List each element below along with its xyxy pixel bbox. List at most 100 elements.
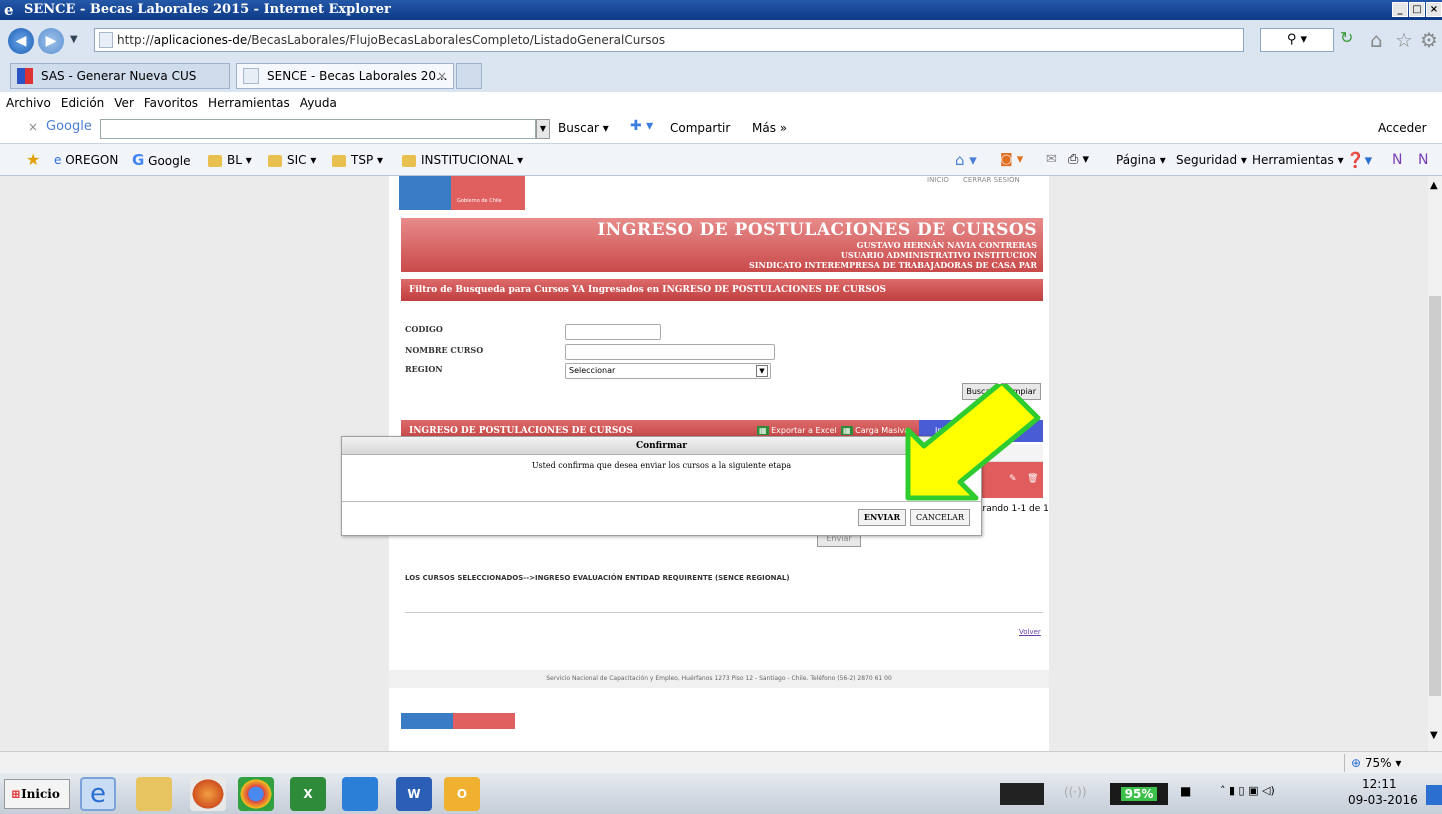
seguridad-menu[interactable]: Seguridad ▾ <box>1176 144 1247 176</box>
scroll-down-icon[interactable]: ▼ <box>1430 730 1438 741</box>
scroll-thumb[interactable] <box>1429 296 1441 696</box>
outlook-taskbar-icon[interactable] <box>342 777 378 811</box>
cerrar-sesion-link[interactable]: CERRAR SESIÓN <box>963 176 1020 184</box>
home-icon[interactable]: ⌂ ▾ <box>955 144 977 176</box>
start-button[interactable]: ⊞Inicio <box>4 779 70 809</box>
history-dropdown-icon[interactable]: ▼ <box>70 34 78 45</box>
fav-bl[interactable]: BL ▾ <box>208 144 252 176</box>
status-bar: ⊕ 75% ▾ <box>0 751 1442 773</box>
enviar-button[interactable]: ENVIAR <box>858 509 906 526</box>
media-player-icon[interactable] <box>190 777 226 811</box>
zoom-icon: ⊕ <box>1351 756 1362 770</box>
onenote-icon[interactable]: N <box>1392 144 1402 176</box>
region-select[interactable]: Seleccionar ▼ <box>565 363 771 379</box>
ie-taskbar-icon[interactable]: e <box>80 777 116 811</box>
export-label: Exportar a Excel <box>771 426 837 435</box>
chevron-down-icon: ▼ <box>756 365 768 377</box>
address-domain: aplicaciones-de <box>153 33 248 47</box>
pagina-menu[interactable]: Página ▾ <box>1116 144 1166 176</box>
export-excel-link[interactable]: ▦ Exportar a Excel <box>757 426 837 435</box>
power-icon[interactable]: ■ <box>1180 784 1191 798</box>
back-button[interactable]: ◀ <box>8 28 34 54</box>
search-dropdown[interactable]: ⚲ ▾ <box>1260 28 1334 52</box>
codigo-input[interactable] <box>565 324 661 340</box>
google-g-icon: G <box>132 151 145 169</box>
compartir-button[interactable]: Compartir <box>670 121 730 135</box>
herramientas-menu[interactable]: Herramientas ▾ <box>1252 144 1344 176</box>
clock-time: 12:11 <box>1362 777 1397 791</box>
fav-google[interactable]: G Google <box>132 144 190 177</box>
banner-title: INGRESO DE POSTULACIONES DE CURSOS <box>597 220 1037 240</box>
explorer-taskbar-icon[interactable] <box>136 777 172 811</box>
battery-indicator[interactable]: 95% <box>1110 783 1168 805</box>
compat-view-icon[interactable]: ↻ <box>1340 28 1353 47</box>
wifi-icon[interactable]: ((·)) <box>1064 785 1087 799</box>
fav-sic[interactable]: SIC ▾ <box>268 144 316 176</box>
close-button[interactable]: × <box>1426 2 1442 17</box>
address-bar[interactable]: http://aplicaciones-de/BecasLaborales/Fl… <box>94 28 1244 52</box>
tab-sence[interactable]: SENCE - Becas Laborales 20... × <box>236 63 454 89</box>
flow-text: LOS CURSOS SELECCIONADOS-->INGRESO EVALU… <box>405 574 790 582</box>
mas-button[interactable]: Más » <box>752 121 787 135</box>
excel-icon: ▦ <box>757 426 769 435</box>
share-plus-icon[interactable]: ✚ ▾ <box>630 118 653 134</box>
new-tab-button[interactable] <box>456 63 482 89</box>
home-icon[interactable]: ⌂ <box>1370 28 1383 52</box>
google-search-input[interactable] <box>100 119 536 139</box>
inicio-link[interactable]: INICIO <box>927 176 949 184</box>
onenote-linked-icon[interactable]: N <box>1418 144 1428 176</box>
maximize-button[interactable]: □ <box>1409 2 1425 17</box>
settings-gear-icon[interactable]: ⚙ <box>1420 28 1438 52</box>
search-dropdown-icon[interactable]: ▼ <box>536 119 550 139</box>
folder-icon <box>208 154 222 167</box>
acceder-button[interactable]: Acceder <box>1378 121 1427 135</box>
volver-link[interactable]: Volver <box>1019 628 1041 636</box>
fav-label: Google <box>148 154 191 168</box>
tab-sas[interactable]: SAS - Generar Nueva CUS <box>10 63 230 89</box>
outlook-app-icon[interactable]: O <box>444 777 480 811</box>
forward-button[interactable]: ▶ <box>38 28 64 54</box>
tab-label: SENCE - Becas Laborales 20... <box>267 69 448 83</box>
menu-herramientas[interactable]: Herramientas <box>208 96 290 110</box>
dialog-divider <box>342 501 981 502</box>
favorites-star-icon[interactable]: ☆ <box>1395 28 1413 52</box>
taskbar: ⊞Inicio e X W O ((·)) 95% ■ ˄ ▮ ▯ ▣ ◁) 1… <box>0 773 1442 814</box>
buscar-button[interactable]: Buscar ▾ <box>558 121 609 135</box>
menu-edicion[interactable]: Edición <box>61 96 104 110</box>
cancelar-button[interactable]: CANCELAR <box>910 509 970 526</box>
zoom-control[interactable]: ⊕ 75% ▾ <box>1344 754 1401 772</box>
region-value: Seleccionar <box>569 366 616 375</box>
chrome-taskbar-icon[interactable] <box>238 777 274 811</box>
vertical-scrollbar[interactable]: ▲ ▼ <box>1428 176 1442 751</box>
sas-favicon <box>17 68 33 84</box>
favorites-icon[interactable]: ★ <box>26 144 40 176</box>
word-taskbar-icon[interactable]: W <box>396 777 432 811</box>
menu-ver[interactable]: Ver <box>114 96 134 110</box>
nombre-curso-input[interactable] <box>565 344 775 360</box>
fav-institucional[interactable]: INSTITUCIONAL ▾ <box>402 144 523 176</box>
tab-close-icon[interactable]: × <box>437 64 447 88</box>
window-title: SENCE - Becas Laborales 2015 - Internet … <box>24 2 391 17</box>
fav-oregon[interactable]: e OREGON <box>54 144 118 176</box>
print-icon[interactable]: ⎙ ▾ <box>1068 144 1089 176</box>
mail-icon[interactable]: ✉ <box>1046 144 1057 176</box>
show-desktop-button[interactable] <box>1426 785 1442 805</box>
scroll-up-icon[interactable]: ▲ <box>1430 180 1438 191</box>
footer-logo-red <box>453 713 515 729</box>
close-toolbar-icon[interactable]: × <box>28 120 38 134</box>
help-icon[interactable]: ❓▾ <box>1346 144 1372 176</box>
banner-user: GUSTAVO HERNÁN NAVIA CONTRERAS <box>856 240 1037 250</box>
page-icon <box>99 32 113 48</box>
tray-icons[interactable]: ˄ ▮ ▯ ▣ ◁) <box>1220 784 1275 797</box>
menu-archivo[interactable]: Archivo <box>6 96 51 110</box>
page-favicon <box>243 68 259 84</box>
confirm-dialog: Confirmar Usted confirma que desea envia… <box>341 436 982 536</box>
ie-logo-icon: e <box>4 1 14 19</box>
fav-tsp[interactable]: TSP ▾ <box>332 144 383 176</box>
rss-icon[interactable]: ◙ ▾ <box>1000 144 1023 176</box>
menu-favoritos[interactable]: Favoritos <box>144 96 198 110</box>
excel-taskbar-icon[interactable]: X <box>290 777 326 811</box>
minimize-button[interactable]: _ <box>1392 2 1408 17</box>
tabs-row: SAS - Generar Nueva CUS SENCE - Becas La… <box>0 60 1442 92</box>
menu-ayuda[interactable]: Ayuda <box>300 96 337 110</box>
